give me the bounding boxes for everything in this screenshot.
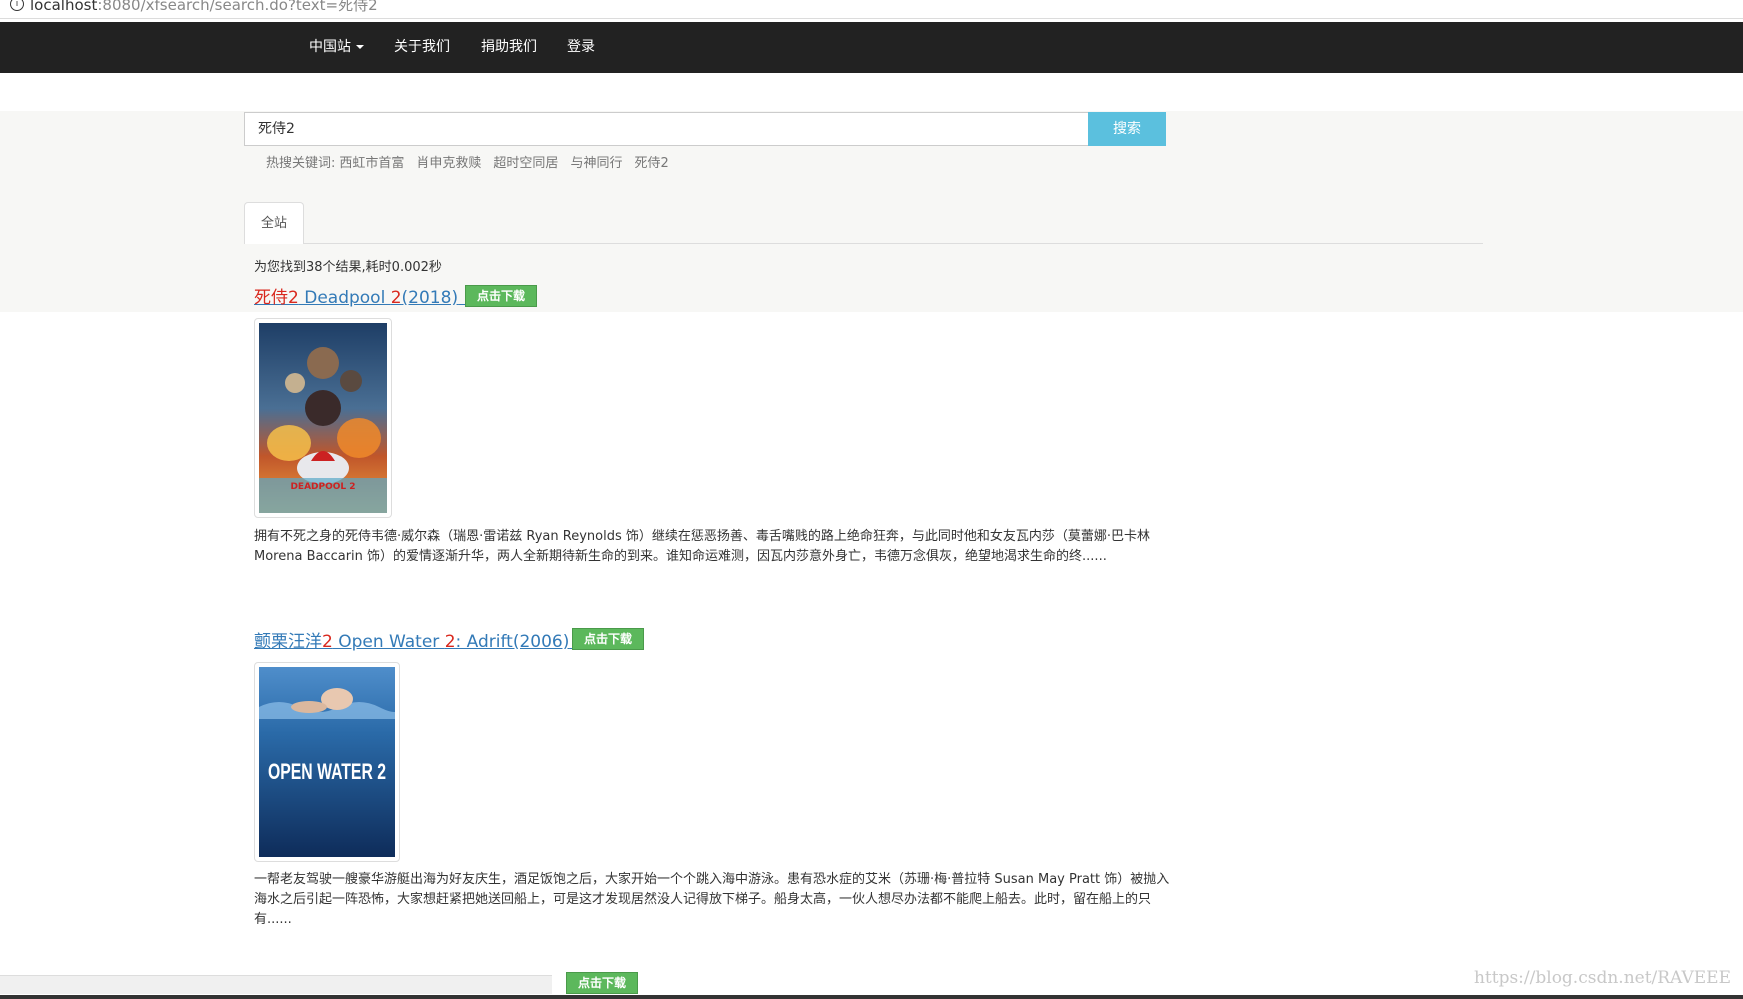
download-button[interactable]: 点击下载 — [572, 628, 644, 650]
title-text: 颤栗汪洋 — [254, 632, 322, 652]
search-button[interactable]: 搜索 — [1088, 112, 1166, 146]
nav-label: 中国站 — [309, 39, 351, 55]
download-button[interactable]: 点击下载 — [566, 972, 638, 994]
nav-item-login[interactable]: 登录 — [567, 22, 595, 73]
title-text: (2018) — [401, 288, 459, 308]
hot-keyword[interactable]: 肖申克救赎 — [416, 156, 481, 171]
bottom-edge — [0, 995, 1743, 999]
hot-keywords-label: 热搜关键词: — [266, 156, 336, 171]
poster-title: DEADPOOL 2 — [290, 482, 355, 492]
tab-all-site[interactable]: 全站 — [244, 202, 304, 244]
tabs-divider — [244, 243, 1483, 244]
url-host: localhost — [30, 0, 98, 14]
url-text[interactable]: localhost:8080/xfsearch/search.do?text=死… — [30, 0, 378, 15]
url-path: :8080/xfsearch/search.do?text=死侍2 — [97, 0, 378, 14]
download-button[interactable]: 点击下载 — [465, 285, 537, 307]
poster-image: OPEN WATER 2 — [259, 667, 395, 857]
hot-keyword[interactable]: 超时空同居 — [493, 156, 558, 171]
title-text: Open Water — [332, 632, 445, 652]
title-text: Deadpool — [298, 288, 391, 308]
hot-keyword[interactable]: 死侍2 — [634, 156, 668, 171]
title-highlight: 2 — [322, 632, 333, 652]
info-icon[interactable]: i — [10, 0, 24, 11]
title-highlight: 2 — [390, 288, 402, 308]
nav-item-about[interactable]: 关于我们 — [394, 22, 450, 73]
title-highlight: 2 — [444, 632, 456, 652]
nav-item-china-site[interactable]: 中国站 — [309, 22, 364, 73]
hot-keyword[interactable]: 西虹市首富 — [339, 156, 404, 171]
caret-down-icon — [356, 45, 364, 49]
watermark: https://blog.csdn.net/RAVEEE — [1473, 968, 1731, 988]
result-summary: 为您找到38个结果,耗时0.002秒 — [254, 260, 442, 275]
result-description: 一帮老友驾驶一艘豪华游艇出海为好友庆生，酒足饭饱之后，大家开始一个个跳入海中游泳… — [254, 872, 1170, 927]
result-title-link[interactable]: 颤栗汪洋2 Open Water 2: Adrift(2006) — [254, 627, 580, 652]
hot-keyword[interactable]: 与神同行 — [570, 156, 622, 171]
navbar: 中国站 关于我们 捐助我们 登录 — [0, 22, 1743, 73]
title-highlight: 死侍2 — [254, 288, 299, 308]
nav-item-donate[interactable]: 捐助我们 — [481, 22, 537, 73]
search-input[interactable] — [244, 112, 1116, 146]
poster-open-water-2[interactable]: OPEN WATER 2 — [254, 662, 400, 862]
address-bar[interactable]: i localhost:8080/xfsearch/search.do?text… — [0, 0, 1743, 19]
poster-image: DEADPOOL 2 — [259, 323, 387, 513]
horizontal-scrollbar[interactable] — [0, 975, 552, 994]
poster-deadpool-2[interactable]: DEADPOOL 2 — [254, 318, 392, 518]
result-title-link[interactable]: 死侍2 Deadpool 2(2018) — [254, 283, 469, 308]
title-text: : Adrift(2006) — [455, 632, 570, 652]
poster-title: OPEN WATER 2 — [268, 759, 386, 784]
result-description: 拥有不死之身的死侍韦德·威尔森（瑞恩·雷诺兹 Ryan Reynolds 饰）继… — [254, 529, 1150, 564]
hot-keywords: 热搜关键词: 西虹市首富 肖申克救赎 超时空同居 与神同行 死侍2 — [266, 152, 681, 171]
